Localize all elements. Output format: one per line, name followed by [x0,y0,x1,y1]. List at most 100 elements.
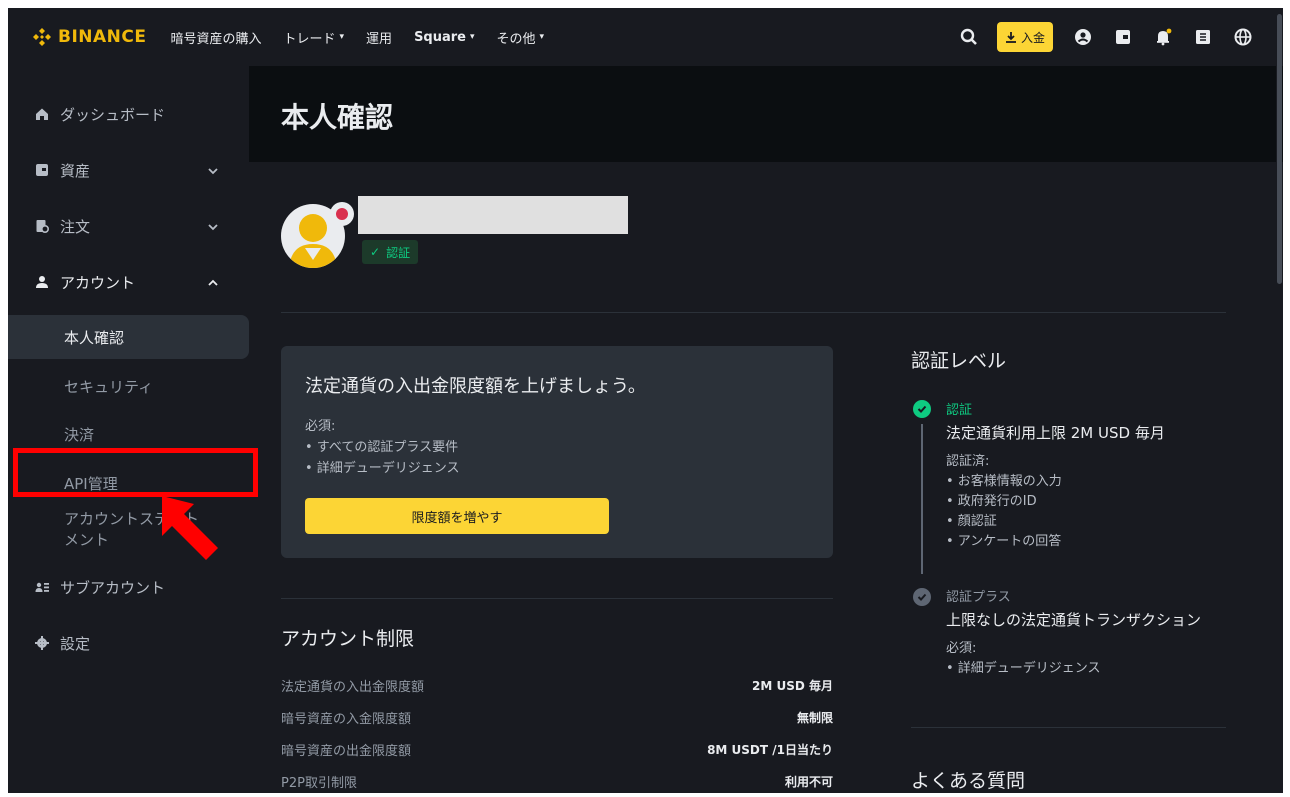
nav-earn[interactable]: 運用 [366,28,392,47]
list-title: 認証済: [946,454,990,469]
deposit-label: 入金 [1020,30,1045,45]
check-circle-icon [913,400,931,418]
nav-label: トレード [283,31,336,47]
list-item: • 顔認証 [946,514,997,529]
profile-icon[interactable] [1073,27,1093,47]
limit-increase-card: 法定通貨の入出金限度額を上げましょう。 必須: • すべての認証プラス要件 • … [281,346,833,558]
limit-row: P2P取引制限 利用不可 [281,770,833,792]
notification-bell-icon[interactable] [1153,27,1173,47]
sidebar-item-account[interactable]: アカウント [8,260,249,304]
download-icon [1005,32,1016,43]
deposit-button[interactable]: 入金 [996,22,1053,52]
main-nav: 暗号資産の購入 トレード ▾ 運用 Square ▾ その他 ▾ [170,28,566,47]
chevron-down-icon: ▾ [339,32,345,42]
sidebar-item-orders[interactable]: 注文 [8,204,249,248]
level-completed-list: 認証済: • お客様情報の入力 • 政府発行のID • 顔認証 • アンケートの… [946,452,1062,552]
level-description: 上限なしの法定通貨トランザクション [946,611,1202,629]
nav-label: その他 [496,31,536,47]
chevron-up-icon [207,275,219,293]
limit-row: 暗号資産の入金限度額 無制限 [281,706,833,728]
sidebar-item-label: ダッシュボード [60,105,166,124]
globe-icon[interactable] [1233,27,1253,47]
check-icon: ✓ [370,245,381,259]
sidebar-item-assets[interactable]: 資産 [8,148,249,192]
increase-limit-button[interactable]: 限度額を増やす [305,498,609,534]
search-icon[interactable] [959,27,979,47]
sidebar-subitem-api-management[interactable]: API管理 [8,461,249,505]
home-icon [34,106,50,122]
level-required-list: 必須: • 詳細デューデリジェンス [946,639,1101,679]
list-item: • 詳細デューデリジェンス [946,661,1101,676]
account-limits-title: アカウント制限 [281,628,415,650]
requirements-list: 必須: • すべての認証プラス要件 • 詳細デューデリジェンス [305,416,460,479]
verified-badge: ✓ 認証 [362,240,419,264]
sidebar-subitem-label: 決済 [64,425,95,444]
nav-trade[interactable]: トレード ▾ [284,28,345,47]
card-title: 法定通貨の入出金限度額を上げましょう。 [305,376,646,397]
limit-value: 利用不可 [784,774,833,789]
top-right-actions: 入金 [939,8,1253,66]
limit-label: 法定通貨の入出金限度額 [281,679,425,695]
nav-label: 暗号資産の購入 [170,31,262,47]
main-content: 本人確認 ✓ 認証 法定通貨の入出金限度額を上げましょう。 必須: • すべての… [249,66,1283,793]
limit-row: 暗号資産の出金限度額 8M USDT /1日当たり [281,738,833,760]
limit-label: 暗号資産の出金限度額 [281,743,412,759]
sidebar-item-dashboard[interactable]: ダッシュボード [8,92,249,136]
sidebar-item-label: サブアカウント [60,578,166,597]
sidebar-subitem-payment[interactable]: 決済 [8,412,249,456]
sidebar: ダッシュボード 資産 注文 アカウント 本人確認 セキュリティ 決済 API管理… [8,66,249,793]
nav-square[interactable]: Square ▾ [414,30,474,45]
sidebar-item-sub-account[interactable]: サブアカウント [8,565,249,609]
sidebar-subitem-label: 本人確認 [64,328,125,347]
brand-name: BINANCE [58,27,147,47]
level-connector [921,424,923,574]
requirement-item: • すべての認証プラス要件 [305,440,459,455]
sidebar-subitem-identity-verification[interactable]: 本人確認 [8,315,249,359]
limit-label: P2P取引制限 [281,775,357,791]
wallet-icon[interactable] [1113,27,1133,47]
scrollbar-thumb[interactable] [1277,14,1282,284]
binance-logo-icon [33,28,51,46]
level-name: 認証プラス [946,590,1011,605]
list-item: • 政府発行のID [946,494,1037,509]
download-app-icon[interactable] [1193,27,1213,47]
limit-label: 暗号資産の入金限度額 [281,711,412,727]
list-item: • お客様情報の入力 [946,474,1062,489]
chevron-down-icon: ▾ [539,32,545,42]
limit-value: 2M USD 毎月 [752,678,833,693]
check-circle-icon [913,588,931,606]
binance-logo[interactable]: BINANCE [32,27,146,47]
requirement-item: • 詳細デューデリジェンス [305,461,460,476]
list-title: 必須: [946,641,977,656]
limit-row: 法定通貨の入出金限度額 2M USD 毎月 [281,674,833,696]
nav-label: 運用 [366,31,393,47]
level-name: 認証 [946,403,973,418]
nav-label: Square [414,29,466,45]
divider [281,312,1226,313]
sidebar-item-label: アカウント [60,273,136,292]
sidebar-item-settings[interactable]: 設定 [8,621,249,665]
divider [911,727,1226,728]
page-title: 本人確認 [281,101,394,134]
level-description: 法定通貨利用上限 2M USD 毎月 [946,424,1165,442]
nav-more[interactable]: その他 ▾ [497,28,545,47]
redacted-username [358,196,628,234]
gear-icon [34,635,50,651]
asset-icon [34,162,50,178]
sidebar-item-label: 注文 [60,217,91,236]
sidebar-subitem-label: セキュリティ [64,377,154,396]
sidebar-subitem-account-statement[interactable]: アカウントステートメント [8,503,208,553]
verified-label: 認証 [386,245,411,260]
faq-title: よくある質問 [911,770,1026,792]
orders-icon [34,218,50,234]
sidebar-subitem-label: アカウントステートメント [64,510,200,549]
sidebar-subitem-security[interactable]: セキュリティ [8,364,249,408]
page-header: 本人確認 [249,66,1283,162]
nav-buy-crypto[interactable]: 暗号資産の購入 [170,28,261,47]
verification-level-title: 認証レベル [911,350,1007,372]
app-window: BINANCE 暗号資産の購入 トレード ▾ 運用 Square ▾ その他 ▾ 入金 [8,8,1283,793]
chevron-down-icon [207,219,219,237]
list-item: • アンケートの回答 [946,534,1062,549]
sub-account-icon [34,579,50,595]
status-dot-icon [330,202,354,226]
